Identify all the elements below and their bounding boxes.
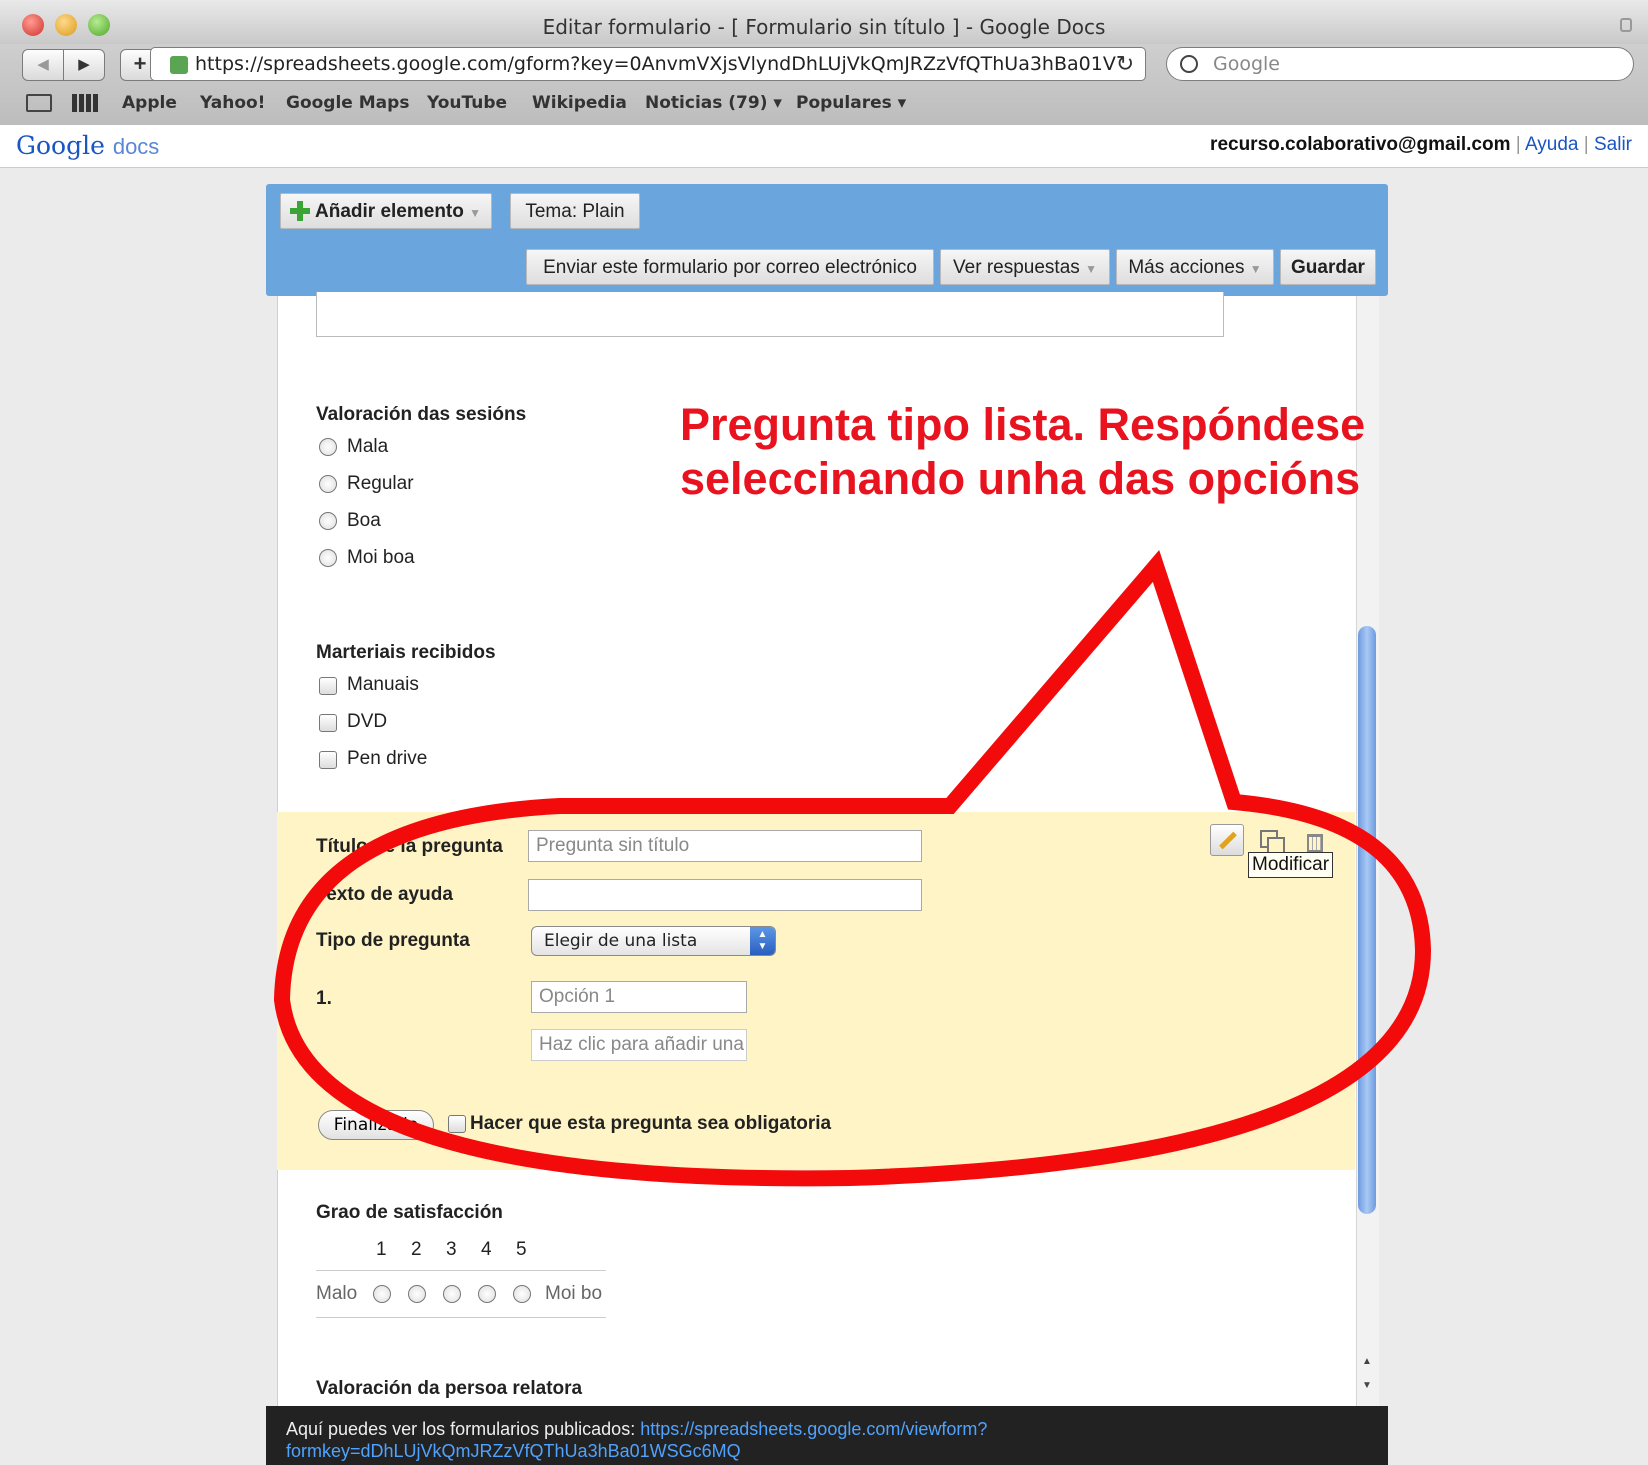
annotation-text: Pregunta tipo lista. Respóndese seleccin… [680,398,1440,506]
banner-text: Aquí puedes ver los formularios publicad… [286,1419,641,1439]
published-form-link[interactable]: https://spreadsheets.google.com/viewform… [640,1419,987,1439]
annotation-line-2: seleccinando unha das opcións [680,453,1361,504]
published-form-link-cont[interactable]: formkey=dDhLUjVkQmJRZzVfQThUa3hBa01WSGc6… [286,1441,741,1461]
annotation-line-1: Pregunta tipo lista. Respóndese [680,399,1366,450]
callout-bubble [273,550,1432,1187]
published-forms-banner: Aquí puedes ver los formularios publicad… [266,1406,1388,1465]
